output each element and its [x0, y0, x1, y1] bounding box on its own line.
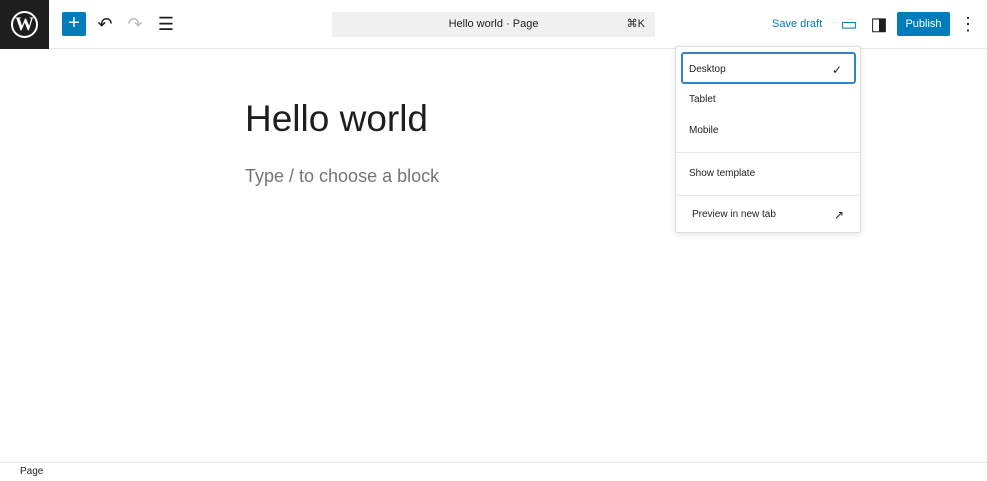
add-block-button[interactable]: +: [62, 12, 86, 36]
command-palette-button[interactable]: Hello world · Page ⌘K: [332, 12, 655, 37]
check-icon: ✓: [831, 63, 842, 77]
menu-item-label: Preview in new tab: [692, 209, 776, 220]
shortcut-hint: ⌘K: [626, 18, 645, 30]
publish-button[interactable]: Publish: [897, 12, 950, 36]
breadcrumb-page[interactable]: Page: [20, 466, 43, 477]
wordpress-icon: W: [11, 11, 38, 38]
block-placeholder[interactable]: Type / to choose a block: [245, 166, 439, 187]
divider: [676, 152, 860, 153]
divider: [676, 195, 860, 196]
document-title: Hello world · Page: [448, 18, 539, 30]
desktop-preview-icon[interactable]: ▭: [838, 13, 860, 35]
block-breadcrumb: Page: [0, 462, 987, 481]
save-draft-button[interactable]: Save draft: [772, 18, 822, 30]
menu-item-mobile[interactable]: Mobile: [681, 115, 856, 147]
redo-icon[interactable]: ↷: [124, 13, 146, 35]
undo-icon[interactable]: ↶: [94, 13, 116, 35]
menu-item-show-template[interactable]: Show template: [681, 158, 856, 190]
more-options-icon[interactable]: ⋮: [957, 13, 979, 35]
menu-item-preview-new-tab[interactable]: Preview in new tab ↗: [681, 199, 856, 231]
preview-menu: Desktop ✓ Tablet Mobile Show template Pre…: [675, 46, 861, 233]
wordpress-logo-button[interactable]: W: [0, 0, 49, 49]
menu-item-desktop[interactable]: Desktop ✓: [681, 52, 856, 84]
list-view-icon[interactable]: ☰: [155, 13, 177, 35]
post-title[interactable]: Hello world: [245, 98, 428, 140]
menu-item-tablet[interactable]: Tablet: [681, 84, 856, 116]
settings-sidebar-icon[interactable]: ◨: [868, 13, 890, 35]
external-link-icon: ↗: [833, 208, 844, 222]
top-toolbar: W + ↶ ↷ ☰ Hello world · Page ⌘K Save draf…: [0, 0, 987, 49]
menu-item-label: Desktop: [689, 64, 726, 75]
